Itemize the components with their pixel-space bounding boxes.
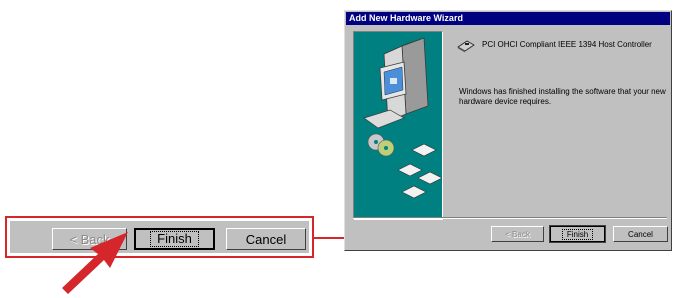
zoomed-finish-button[interactable]: Finish	[134, 228, 215, 250]
dialog-titlebar: Add New Hardware Wizard	[346, 12, 670, 25]
computer-and-discs-illustration-icon	[363, 37, 442, 199]
finish-message: Windows has finished installing the soft…	[459, 87, 666, 106]
finish-label: Finish	[561, 228, 594, 240]
add-hardware-wizard-dialog: Add New Hardware Wizard PCI OHCI Complia…	[344, 10, 672, 251]
cancel-label: Cancel	[628, 229, 653, 239]
finish-button[interactable]: Finish	[549, 225, 606, 243]
back-label: < Back	[505, 229, 530, 239]
button-separator	[353, 217, 667, 219]
zoomed-cancel-label: Cancel	[245, 231, 287, 247]
dialog-title: Add New Hardware Wizard	[349, 13, 463, 23]
wizard-graphic	[353, 31, 443, 220]
zoomed-button-callout: < Back Finish Cancel	[5, 216, 314, 258]
back-button[interactable]: < Back	[491, 226, 544, 242]
pci-card-icon	[457, 40, 475, 53]
device-name: PCI OHCI Compliant IEEE 1394 Host Contro…	[482, 40, 652, 49]
zoomed-cancel-button[interactable]: Cancel	[226, 228, 306, 250]
red-pointer-arrow-icon	[62, 232, 128, 294]
cancel-button[interactable]: Cancel	[613, 226, 668, 242]
zoomed-finish-label: Finish	[150, 231, 199, 247]
callout-button-strip: < Back Finish Cancel	[10, 221, 309, 253]
